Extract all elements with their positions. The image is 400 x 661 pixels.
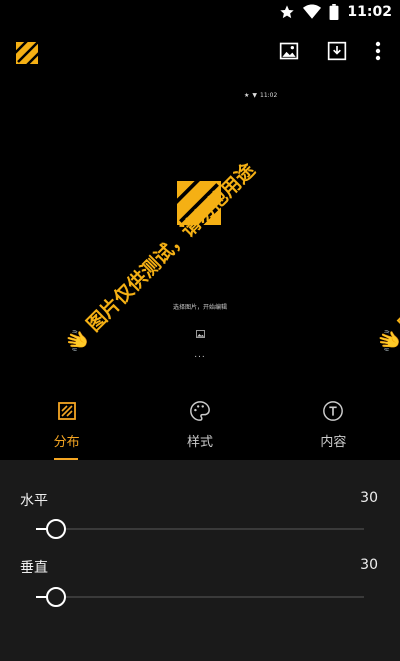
image-icon — [279, 41, 299, 65]
vertical-slider[interactable] — [36, 585, 364, 609]
download-button[interactable] — [324, 40, 350, 66]
status-time: 11:02 — [347, 4, 392, 20]
grid-icon — [56, 400, 78, 422]
vertical-slider-track — [36, 596, 364, 598]
app-bar — [0, 30, 400, 76]
download-icon — [327, 41, 347, 65]
palette-icon — [189, 400, 211, 422]
horizontal-value: 30 — [360, 490, 378, 506]
star-icon — [279, 4, 295, 20]
preview-wifi-icon: ▼ — [252, 92, 258, 99]
status-bar: 11:02 — [0, 0, 400, 24]
preview-mini-time: 11:02 — [260, 92, 278, 99]
preview-caption: 选择图片，开始编辑 — [172, 304, 227, 311]
horizontal-slider-thumb[interactable] — [45, 519, 66, 539]
text-icon — [322, 400, 344, 422]
battery-icon — [329, 4, 339, 20]
wifi-icon — [303, 4, 322, 20]
horizontal-slider[interactable] — [36, 517, 364, 541]
pick-image-button[interactable] — [276, 40, 302, 66]
vertical-value: 30 — [360, 557, 378, 573]
watermark-preview: ★ ▼ 11:02 选择图片，开始编辑 ... 👋 图片仅供测试，请勿他用途 👋… — [0, 80, 400, 380]
app-logo-icon — [13, 39, 41, 67]
tab-content-label: 内容 — [320, 435, 347, 450]
preview-dots: ... — [194, 350, 206, 360]
watermark-text: 👋 图片仅供测试，请勿他用途 — [61, 159, 260, 358]
horizontal-label: 水平 — [20, 493, 48, 509]
tab-bar: 分布 样式 内容 — [0, 388, 400, 460]
vertical-label: 垂直 — [20, 560, 48, 576]
preview-mini-status: ★ ▼ 11:02 — [244, 92, 277, 99]
vertical-slider-thumb[interactable] — [45, 587, 66, 607]
settings-panel: 水平 30 垂直 30 — [0, 460, 400, 661]
tab-distribution[interactable]: 分布 — [0, 388, 133, 460]
more-options-button[interactable] — [365, 40, 391, 66]
tab-style-label: 样式 — [186, 435, 213, 450]
more-vert-icon — [375, 41, 381, 65]
tab-distribution-label: 分布 — [53, 435, 80, 450]
preview-star-icon: ★ — [244, 92, 250, 99]
tab-style[interactable]: 样式 — [133, 388, 266, 460]
preview-image-icon — [196, 323, 205, 338]
tab-content[interactable]: 内容 — [267, 388, 400, 460]
horizontal-slider-track — [36, 528, 364, 530]
